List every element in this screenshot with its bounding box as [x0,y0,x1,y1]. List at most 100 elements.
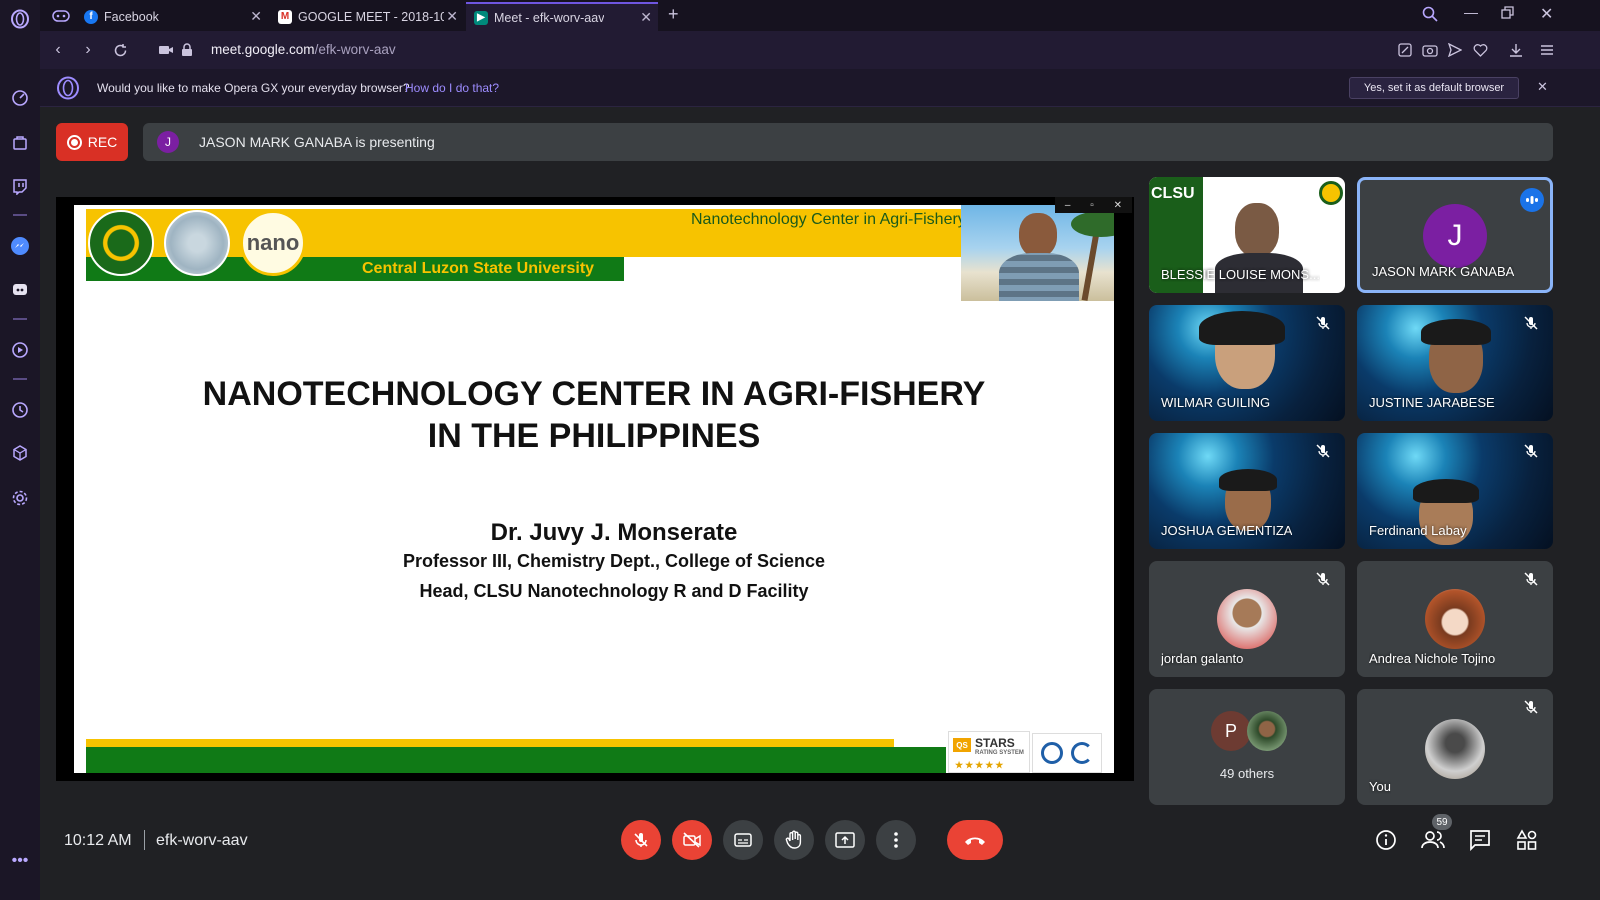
slide-title-line1: NANOTECHNOLOGY CENTER IN AGRI-FISHERY [202,375,986,413]
url-host: meet.google.com [211,42,315,57]
presenter-avatar: J [157,131,179,153]
gx-control-icon[interactable] [7,130,33,156]
people-button[interactable] [1420,827,1446,853]
activities-button[interactable] [1514,827,1540,853]
microphone-toggle-button[interactable] [621,820,661,860]
more-dots-icon[interactable]: ••• [7,848,33,874]
sidebar-divider [13,214,27,216]
meet-icon: ▶ [474,10,488,25]
raise-hand-button[interactable] [774,820,814,860]
url-field[interactable]: meet.google.com/efk-worv-aav [211,42,396,57]
end-call-icon [965,837,985,845]
gamepad-icon[interactable] [48,3,74,29]
participant-photo [1217,589,1277,649]
participant-count-badge: 59 [1432,814,1452,830]
presentation-view[interactable]: nano Nanotechnology Center in Agri-Fishe… [56,197,1134,781]
lock-icon[interactable] [177,40,197,60]
others-tile[interactable]: P 49 others [1149,689,1345,805]
forward-icon[interactable]: › [78,40,98,60]
presenting-banner: J JASON MARK GANABA is presenting [143,123,1553,161]
participant-tile-speaking[interactable]: J JASON MARK GANABA [1357,177,1553,293]
recording-button[interactable]: REC [56,123,128,161]
close-window-icon[interactable]: ✕ [1540,4,1553,24]
close-tab-icon[interactable]: ✕ [640,9,652,26]
participant-name: WILMAR GUILING [1161,395,1271,410]
player-icon[interactable] [7,337,33,363]
close-tab-icon[interactable]: ✕ [250,8,262,25]
present-screen-button[interactable] [825,820,865,860]
college-seal-logo [164,210,230,276]
pip-restore-icon[interactable]: ▫ [1090,200,1094,211]
others-count-label: 49 others [1219,766,1275,781]
easy-setup-icon[interactable] [1395,40,1415,60]
pip-close-icon[interactable]: ✕ [1114,200,1122,211]
tab-facebook[interactable]: f Facebook ✕ [76,2,268,31]
participant-tile[interactable]: JUSTINE JARABESE [1357,305,1553,421]
search-tabs-icon[interactable] [1422,6,1438,27]
tab-meet[interactable]: ▶ Meet - efk-worv-aav ✕ [466,2,658,31]
participant-tile[interactable]: JOSHUA GEMENTIZA [1149,433,1345,549]
minimize-icon[interactable]: — [1464,4,1478,20]
url-path: /efk-worv-aav [314,42,396,57]
participant-name: Ferdinand Labay [1369,523,1467,538]
presenting-text: JASON MARK GANABA is presenting [199,134,435,150]
reload-icon[interactable] [110,40,130,60]
settings-gear-icon[interactable] [7,485,33,511]
pip-minimize-icon[interactable]: – [1065,200,1071,211]
clsu-mini-seal [1319,181,1343,205]
meeting-info-button[interactable] [1373,827,1399,853]
qs-stars-badge: QS STARS RATING SYSTEM ★★★★★ [948,731,1030,773]
restore-icon[interactable] [1501,6,1515,25]
close-tab-icon[interactable]: ✕ [446,8,458,25]
nano-logo: nano [240,210,306,276]
participant-tile[interactable]: WILMAR GUILING [1149,305,1345,421]
set-default-browser-button[interactable]: Yes, set it as default browser [1349,77,1519,99]
participant-name: JUSTINE JARABESE [1369,395,1495,410]
mic-off-icon [634,833,648,847]
snapshot-camera-icon[interactable] [1420,40,1440,60]
opera-logo-icon[interactable] [7,6,33,32]
participant-tile[interactable]: Andrea Nichole Tojino [1357,561,1553,677]
participant-tile[interactable]: jordan galanto [1149,561,1345,677]
download-icon[interactable] [1506,40,1526,60]
tab-title: Meet - efk-worv-aav [494,10,605,25]
participant-name: BLESSIE LOUISE MONS... [1161,267,1320,282]
participant-tile[interactable]: Ferdinand Labay [1357,433,1553,549]
meeting-code: efk-worv-aav [156,832,248,849]
captions-icon [734,833,752,847]
new-tab-icon[interactable]: + [668,4,679,25]
self-tile[interactable]: You [1357,689,1553,805]
slide-footer-yellow-band [86,739,894,747]
close-infobar-icon[interactable]: ✕ [1537,79,1548,95]
participant-avatar: P [1211,711,1251,751]
chat-button[interactable] [1467,827,1493,853]
mic-off-icon [1316,316,1330,330]
messenger-icon[interactable] [7,233,33,259]
discord-icon[interactable] [7,277,33,303]
chat-icon [1470,830,1490,851]
more-vert-icon [894,832,898,848]
tab-title: Facebook [104,9,159,24]
twitch-icon[interactable] [7,174,33,200]
more-options-button[interactable] [876,820,916,860]
stars-rating-icon: ★★★★★ [955,760,1006,770]
leave-call-button[interactable] [947,820,1003,860]
slide-center-name: Nanotechnology Center in Agri-Fishery [691,211,966,228]
extensions-icon[interactable] [7,440,33,466]
captions-button[interactable] [723,820,763,860]
back-icon[interactable]: ‹ [48,40,68,60]
stars-label: STARS [975,736,1015,750]
tab-title: GOOGLE MEET - 2018-1059 [298,9,444,24]
history-icon[interactable] [7,397,33,423]
speaking-indicator-icon [1520,188,1544,212]
speed-dial-icon[interactable] [7,85,33,111]
participant-tile[interactable]: CLSU BLESSIE LOUISE MONS... [1149,177,1345,293]
easy-menu-icon[interactable] [1537,40,1557,60]
camera-in-use-icon[interactable] [156,40,176,60]
infobar-help-link[interactable]: How do I do that? [405,81,499,95]
tab-gmail[interactable]: M GOOGLE MEET - 2018-1059 ✕ [270,2,464,31]
send-icon[interactable] [1445,40,1465,60]
participant-hair [1199,311,1285,345]
heart-bookmark-icon[interactable] [1470,40,1490,60]
camera-toggle-button[interactable] [672,820,712,860]
